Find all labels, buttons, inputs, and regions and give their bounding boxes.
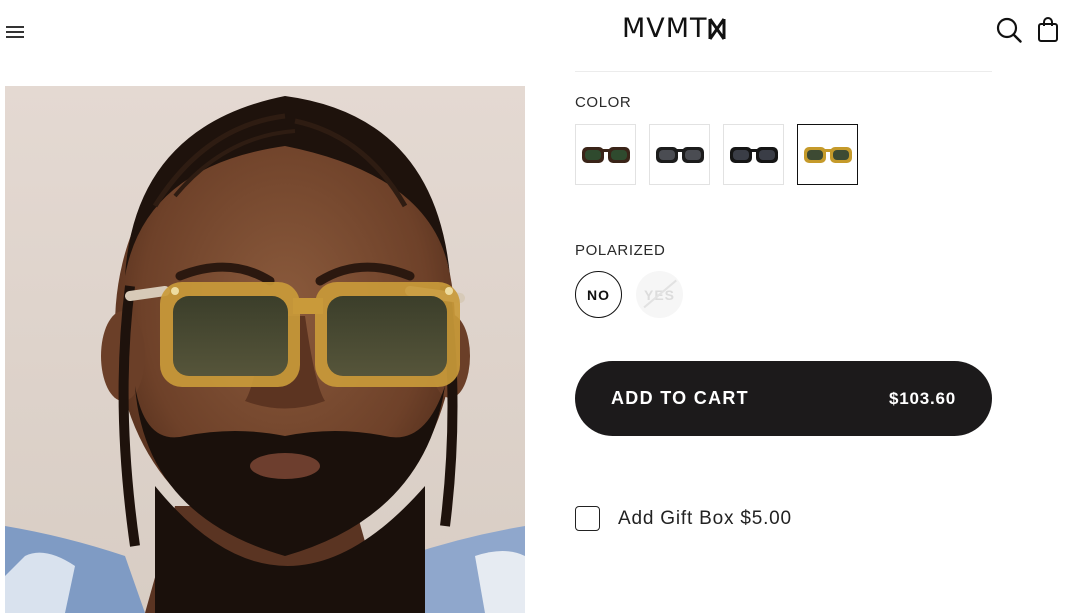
color-swatch-tortoise-green[interactable]	[575, 124, 636, 185]
sunglasses-icon	[655, 146, 704, 163]
model-wearing-sunglasses-photo	[5, 86, 525, 613]
site-header: MVMT	[0, 0, 1068, 62]
polarized-option-no[interactable]: NO	[575, 271, 622, 318]
color-swatch-black-dark-grey[interactable]	[723, 124, 784, 185]
add-to-cart-price: $103.60	[888, 388, 956, 408]
search-icon[interactable]	[996, 17, 1022, 43]
brand-logo-mark-icon	[708, 18, 726, 40]
polarized-section-label: POLARIZED	[575, 242, 666, 259]
color-swatch-list	[575, 124, 858, 185]
polarized-option-list: NO YES	[575, 271, 683, 318]
product-photo[interactable]	[5, 86, 525, 613]
shopping-bag-icon[interactable]	[1037, 17, 1059, 43]
gift-box-label[interactable]: Add Gift Box $5.00	[618, 508, 792, 530]
polarized-option-yes[interactable]: YES	[636, 271, 683, 318]
brand-logo[interactable]: MVMT	[622, 12, 726, 46]
hamburger-menu-icon[interactable]	[6, 26, 24, 40]
sunglasses-icon	[729, 146, 778, 163]
sunglasses-icon	[581, 146, 630, 163]
brand-logo-text: MVMT	[622, 13, 708, 44]
gift-box-checkbox[interactable]	[575, 506, 600, 531]
sunglasses-icon	[803, 146, 852, 163]
add-to-cart-button[interactable]: ADD TO CART $103.60	[575, 361, 992, 436]
section-divider	[575, 71, 992, 72]
gift-box-option[interactable]: Add Gift Box $5.00	[575, 506, 792, 531]
color-swatch-honey-green[interactable]	[797, 124, 858, 185]
add-to-cart-label: ADD TO CART	[611, 388, 749, 408]
color-swatch-black-grey[interactable]	[649, 124, 710, 185]
color-section-label: COLOR	[575, 94, 632, 111]
polarized-option-label: NO	[587, 286, 610, 303]
